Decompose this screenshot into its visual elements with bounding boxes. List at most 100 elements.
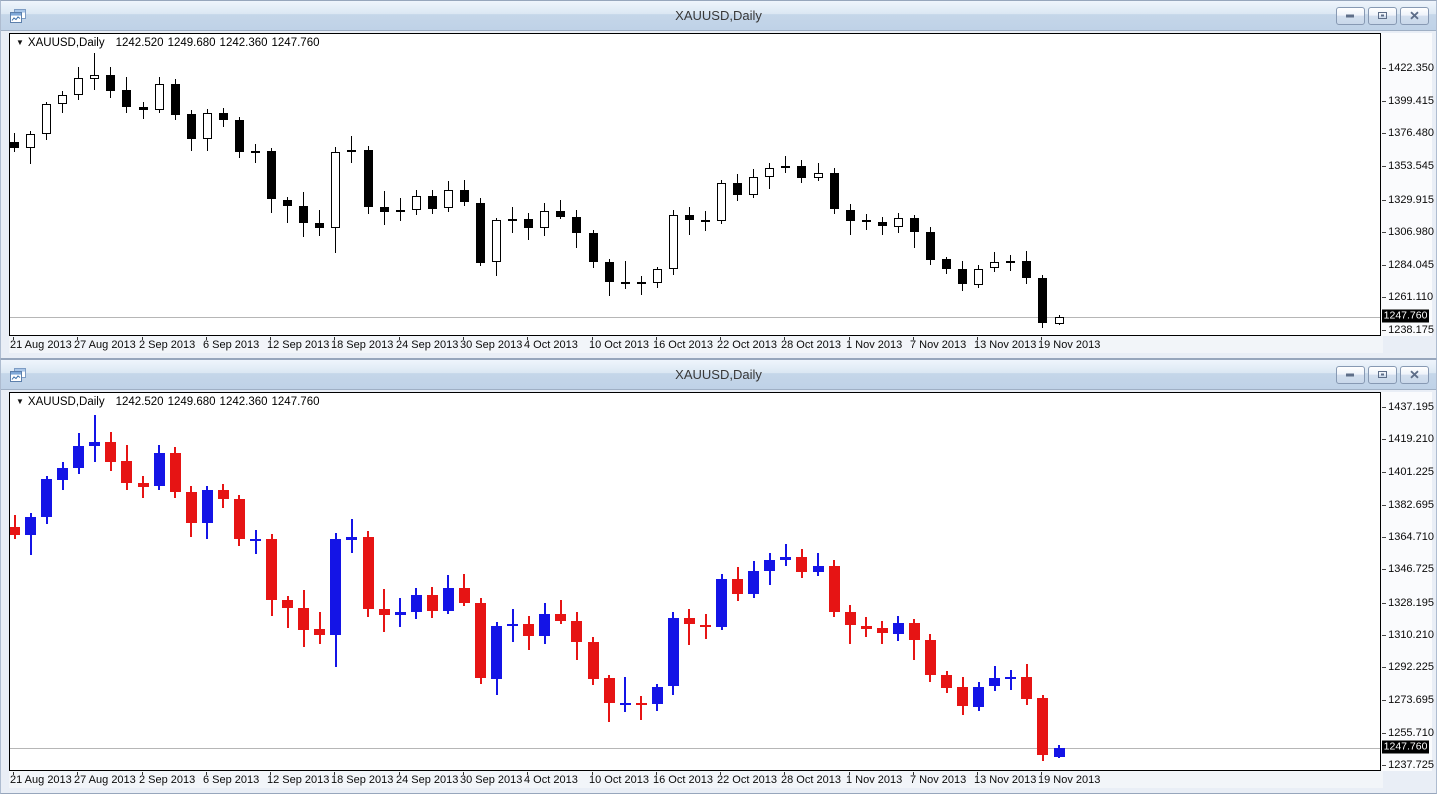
x-axis-label: 10 Oct 2013	[589, 774, 649, 786]
x-axis-label: 10 Oct 2013	[589, 339, 649, 351]
candle	[909, 623, 920, 640]
candle-wick	[785, 156, 786, 173]
candle	[1021, 677, 1032, 699]
x-axis-label: 2 Sep 2013	[139, 774, 195, 786]
close-button[interactable]	[1400, 366, 1429, 384]
x-axis-label: 30 Sep 2013	[460, 774, 522, 786]
candle	[57, 468, 68, 480]
candle	[251, 151, 260, 153]
y-axis-label: 1273.695	[1381, 694, 1434, 706]
time-axis[interactable]: 21 Aug 201327 Aug 20132 Sep 20136 Sep 20…	[9, 771, 1383, 788]
candle	[74, 78, 83, 95]
x-axis-label: 1 Nov 2013	[846, 774, 902, 786]
candle	[411, 595, 422, 612]
minimize-button[interactable]	[1336, 366, 1365, 384]
chart-plot[interactable]: ▼XAUUSD,Daily1242.5201249.6801242.360124…	[9, 392, 1381, 771]
x-axis-label: 16 Oct 2013	[653, 774, 713, 786]
y-axis-label: 1364.710	[1381, 531, 1434, 543]
x-axis-label: 4 Oct 2013	[524, 774, 578, 786]
minimize-button[interactable]	[1336, 7, 1365, 25]
candle-wick	[689, 207, 690, 235]
candle	[106, 75, 115, 91]
x-axis-label: 22 Oct 2013	[717, 774, 777, 786]
candle-wick	[94, 53, 95, 90]
candle	[620, 703, 631, 705]
time-axis[interactable]: 21 Aug 201327 Aug 20132 Sep 20136 Sep 20…	[9, 336, 1383, 353]
candle	[459, 588, 470, 603]
candle	[507, 624, 518, 626]
candle	[298, 608, 309, 630]
candle	[105, 442, 116, 462]
candle	[877, 628, 888, 633]
y-axis-label: 1419.210	[1381, 433, 1434, 445]
close-button[interactable]	[1400, 7, 1429, 25]
candle	[862, 220, 871, 222]
restore-button[interactable]	[1368, 366, 1397, 384]
candle	[925, 640, 936, 675]
x-axis-label: 7 Nov 2013	[910, 339, 966, 351]
candle-wick	[640, 696, 642, 720]
candle	[668, 618, 679, 686]
candle	[315, 223, 324, 228]
candle	[781, 166, 790, 168]
x-axis-label: 4 Oct 2013	[524, 339, 578, 351]
y-axis-label: 1261.110	[1381, 291, 1433, 303]
y-axis-label: 1306.980	[1381, 226, 1434, 238]
y-axis-label: 1255.710	[1381, 727, 1434, 739]
current-price-line	[10, 317, 1380, 318]
price-axis[interactable]: 1437.1951419.2101401.2251382.6951364.710…	[1381, 392, 1432, 771]
candle	[203, 113, 212, 139]
candle	[155, 84, 164, 110]
y-axis-label: 1401.225	[1381, 466, 1434, 478]
candle	[427, 595, 438, 611]
chart-window: XAUUSD,Daily ▼XAUUSD,Daily1242.5201249.6…	[0, 0, 1437, 359]
restore-button[interactable]	[1368, 7, 1397, 25]
window-titlebar[interactable]: XAUUSD,Daily	[1, 360, 1436, 390]
chart-window: XAUUSD,Daily ▼XAUUSD,Daily1242.5201249.6…	[0, 359, 1437, 794]
candle	[845, 612, 856, 625]
candle	[732, 579, 743, 594]
candle	[364, 150, 373, 207]
candle	[170, 453, 181, 492]
price-axis[interactable]: 1422.3501399.4151376.4801353.5451329.915…	[1381, 33, 1432, 336]
candle	[346, 537, 357, 540]
current-price-line	[10, 748, 1380, 749]
chart-plot[interactable]: ▼XAUUSD,Daily1242.5201249.6801242.360124…	[9, 33, 1381, 336]
candle	[122, 90, 131, 107]
candle	[9, 527, 20, 535]
legend-open: 1242.520	[116, 37, 164, 49]
legend-close: 1247.760	[272, 37, 320, 49]
candle-wick	[255, 144, 256, 163]
candle-wick	[866, 214, 867, 230]
candle	[685, 215, 694, 220]
candle	[958, 269, 967, 284]
x-axis-label: 16 Oct 2013	[653, 339, 713, 351]
candle	[1055, 317, 1064, 324]
legend-low: 1242.360	[220, 37, 268, 49]
window-title: XAUUSD,Daily	[1, 8, 1436, 23]
candle	[219, 113, 228, 120]
candle	[1037, 698, 1048, 755]
x-axis-label: 2 Sep 2013	[139, 339, 195, 351]
y-axis-label: 1328.195	[1381, 597, 1434, 609]
candle	[797, 166, 806, 178]
chart-icon	[10, 9, 26, 23]
window-controls	[1336, 366, 1429, 384]
candle	[283, 200, 292, 206]
minimize-icon	[1345, 11, 1356, 20]
candle-wick	[785, 544, 787, 566]
candle-wick	[319, 612, 321, 644]
dropdown-arrow-icon[interactable]: ▼	[16, 38, 24, 47]
candle	[894, 218, 903, 227]
candle	[974, 269, 983, 285]
candle	[878, 222, 887, 226]
y-axis-label: 1399.415	[1381, 95, 1434, 107]
window-controls	[1336, 7, 1429, 25]
dropdown-arrow-icon[interactable]: ▼	[16, 397, 24, 406]
window-titlebar[interactable]: XAUUSD,Daily	[1, 1, 1436, 31]
candle	[330, 539, 341, 635]
candle	[589, 233, 598, 262]
candle	[139, 107, 148, 110]
candle	[379, 609, 390, 615]
x-axis-label: 27 Aug 2013	[74, 774, 136, 786]
